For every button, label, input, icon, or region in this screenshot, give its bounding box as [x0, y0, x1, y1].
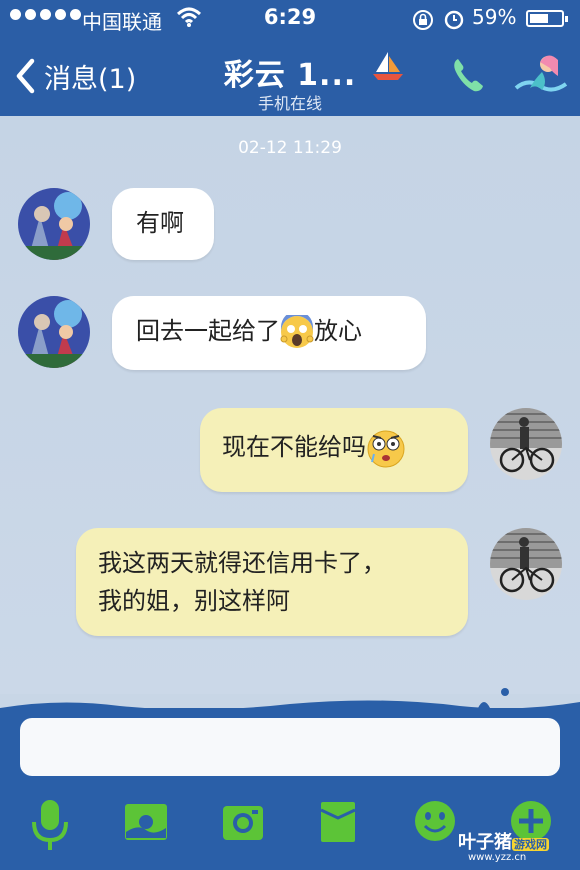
watermark-url: www.yzz.cn	[468, 852, 527, 863]
battery-percent: 59%	[472, 5, 517, 29]
anime-avatar-icon	[18, 188, 90, 260]
message-text: 我这两天就得还信用卡了，	[98, 549, 386, 577]
watermark-logo: 叶子猪 游戏网	[458, 828, 549, 854]
message-text: 现在不能给吗	[222, 433, 366, 461]
nav-bar: 消息(1) 彩云 1... 手机在线	[0, 38, 580, 116]
online-status: 手机在线	[257, 94, 322, 113]
outgoing-message[interactable]: 现在不能给吗	[200, 408, 468, 492]
battery-fill	[530, 14, 548, 23]
fear-emoji-icon	[280, 315, 314, 348]
my-avatar[interactable]	[490, 528, 562, 600]
contact-name: 彩云 1...	[223, 58, 357, 93]
outgoing-message[interactable]: 我这两天就得还信用卡了， 我的姐，别这样阿	[76, 528, 468, 636]
message-text: 回去一起给了	[136, 317, 280, 345]
image-icon[interactable]	[124, 802, 168, 842]
smiley-icon[interactable]	[414, 800, 456, 842]
mermaid-avatar-icon[interactable]	[512, 50, 572, 100]
incoming-message[interactable]: 回去一起给了 放心	[112, 296, 426, 370]
message-text: 我的姐，别这样阿	[98, 587, 290, 615]
folder-icon[interactable]	[320, 800, 356, 844]
message-timestamp: 02-12 11:29	[238, 138, 342, 158]
watermark-tag: 游戏网	[512, 838, 549, 851]
watermark-brand: 叶子猪	[458, 832, 512, 853]
status-bar: 中国联通 6:29 59%	[0, 0, 580, 38]
incoming-message[interactable]: 有啊	[112, 188, 214, 260]
bicycle-photo-avatar-icon	[490, 528, 562, 600]
shocked-emoji-icon	[367, 430, 405, 468]
battery-icon	[526, 10, 568, 27]
message-input[interactable]	[20, 718, 560, 776]
chat-area[interactable]: 02-12 11:29 有啊 回去一起给了 放心 现在不能给吗 我这两天就得还信…	[0, 116, 580, 694]
rotation-lock-icon	[413, 10, 433, 30]
alarm-icon	[444, 10, 464, 30]
sailboat-icon	[373, 52, 403, 80]
phone-icon[interactable]	[450, 56, 486, 94]
message-text: 有啊	[136, 209, 184, 237]
camera-icon[interactable]	[222, 802, 264, 842]
contact-avatar[interactable]	[18, 296, 90, 368]
my-avatar[interactable]	[490, 408, 562, 480]
contact-avatar[interactable]	[18, 188, 90, 260]
microphone-icon[interactable]	[30, 798, 70, 854]
anime-avatar-icon	[18, 296, 90, 368]
bicycle-photo-avatar-icon	[490, 408, 562, 480]
message-text: 放心	[314, 317, 362, 345]
